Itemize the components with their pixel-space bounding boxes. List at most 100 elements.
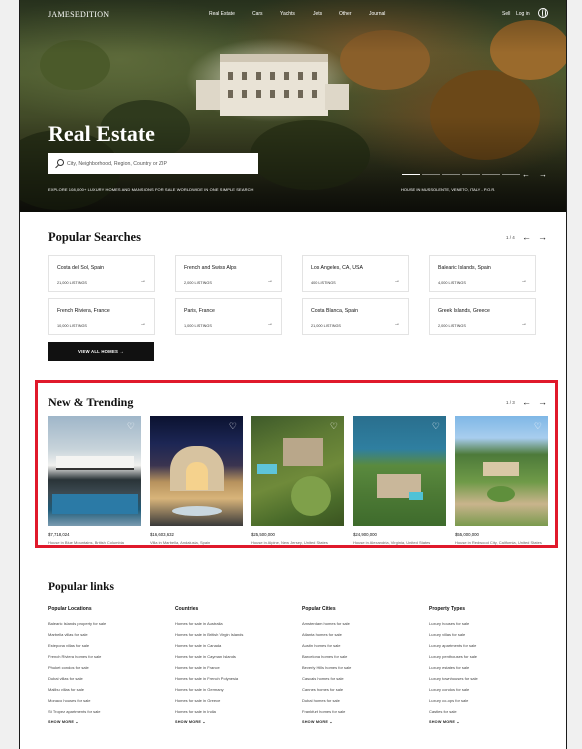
hero-next-arrow-icon[interactable]: → — [539, 170, 547, 179]
search-card-costa-blanca[interactable]: Costa Blanca, Spain 21,000 LISTINGS → — [302, 298, 409, 335]
footer-link[interactable]: Cascais homes for sale — [302, 676, 344, 681]
popular-searches-next-icon[interactable]: → — [538, 232, 547, 242]
footer-link[interactable]: Balearic Islands property for sale — [48, 621, 106, 626]
footer-link[interactable]: Phuket condos for sale — [48, 665, 89, 670]
listing-card-3[interactable]: ♡ — [251, 416, 344, 526]
login-link[interactable]: Log in — [516, 11, 530, 17]
favorite-heart-icon[interactable]: ♡ — [330, 421, 338, 432]
arrow-right-icon: → — [267, 321, 273, 327]
nav-other[interactable]: Other — [339, 11, 352, 17]
listing-image[interactable] — [150, 416, 243, 526]
search-card-balearic[interactable]: Balearic Islands, Spain 4,000 LISTINGS → — [429, 255, 536, 292]
show-more-button[interactable]: SHOW MORE ⌄ — [429, 719, 460, 724]
footer-link[interactable]: Malibu villas for sale — [48, 687, 84, 692]
listing-price: $25,500,000 — [251, 532, 275, 537]
listing-location[interactable]: House in Alexandria, Virginia, United St… — [353, 540, 446, 545]
search-card-costa-del-sol[interactable]: Costa del Sol, Spain 21,000 LISTINGS → — [48, 255, 155, 292]
new-trending-title: New & Trending — [48, 395, 134, 409]
footer-link[interactable]: Atlanta homes for sale — [302, 632, 342, 637]
arrow-right-icon: → — [394, 321, 400, 327]
footer-link[interactable]: St Tropez apartments for sale — [48, 709, 100, 714]
footer-link[interactable]: Luxury condos for sale — [429, 687, 469, 692]
view-all-homes-button[interactable]: VIEW ALL HOMES → — [48, 342, 154, 361]
favorite-heart-icon[interactable]: ♡ — [432, 421, 440, 432]
show-more-button[interactable]: SHOW MORE ⌄ — [302, 719, 333, 724]
footer-link[interactable]: Castles for sale — [429, 709, 457, 714]
show-more-button[interactable]: SHOW MORE ⌄ — [48, 719, 79, 724]
favorite-heart-icon[interactable]: ♡ — [534, 421, 542, 432]
listing-location[interactable]: House in Alpine, New Jersey, United Stat… — [251, 540, 344, 545]
footer-link[interactable]: Homes for sale in Australia — [175, 621, 223, 626]
col-heading-popular-locations: Popular Locations — [48, 606, 92, 612]
footer-link[interactable]: Luxury houses for sale — [429, 621, 469, 626]
search-card-los-angeles[interactable]: Los Angeles, CA, USA 400 LISTINGS → — [302, 255, 409, 292]
site-logo[interactable]: JAMESEDITION — [48, 10, 109, 19]
search-card-count: 21,000 LISTINGS — [57, 281, 87, 285]
globe-icon[interactable] — [538, 8, 548, 18]
nav-jets[interactable]: Jets — [313, 11, 322, 17]
footer-link[interactable]: Homes for sale in French Polynesia — [175, 676, 238, 681]
footer-link[interactable]: Homes for sale in India — [175, 709, 216, 714]
footer-link[interactable]: Homes for sale in Canada — [175, 643, 221, 648]
hero-tagline: EXPLORE 108,000+ LUXURY HOMES AND MANSIO… — [48, 187, 254, 192]
footer-link[interactable]: Homes for sale in Cayman Islands — [175, 654, 236, 659]
footer-link[interactable]: Homes for sale in Greece — [175, 698, 220, 703]
trending-next-icon[interactable]: → — [538, 397, 547, 407]
listing-image[interactable] — [48, 416, 141, 526]
footer-link[interactable]: Luxury villas for sale — [429, 632, 465, 637]
footer-link[interactable]: Homes for sale in British Virgin Islands — [175, 632, 243, 637]
footer-link[interactable]: Dubai homes for sale — [302, 698, 340, 703]
footer-link[interactable]: Monaco houses for sale — [48, 698, 90, 703]
footer-link[interactable]: Luxury penthouses for sale — [429, 654, 477, 659]
hero-prev-arrow-icon[interactable]: ← — [522, 170, 530, 179]
listing-card-1[interactable]: ♡ — [48, 416, 141, 526]
footer-link[interactable]: Luxury townhouses for sale — [429, 676, 478, 681]
favorite-heart-icon[interactable]: ♡ — [127, 421, 135, 432]
favorite-heart-icon[interactable]: ♡ — [229, 421, 237, 432]
footer-link[interactable]: Austin homes for sale — [302, 643, 340, 648]
listing-location[interactable]: House in Blue Mountains, British Columbi… — [48, 540, 141, 545]
listing-image[interactable] — [251, 416, 344, 526]
arrow-right-icon: → — [267, 278, 273, 284]
col-heading-property-types: Property Types — [429, 606, 466, 612]
footer-link[interactable]: Luxury co-ops for sale — [429, 698, 468, 703]
listing-location[interactable]: Villa in Marbella, Andalusia, Spain — [150, 540, 243, 545]
nav-yachts[interactable]: Yachts — [280, 11, 295, 17]
footer-link[interactable]: Estepona villas for sale — [48, 643, 89, 648]
footer-link[interactable]: Barcelona homes for sale — [302, 654, 347, 659]
nav-real-estate[interactable]: Real Estate — [209, 11, 235, 17]
trending-pager: 1 / 3 — [506, 400, 515, 405]
footer-link[interactable]: Marbella villas for sale — [48, 632, 88, 637]
popular-links-title: Popular links — [48, 581, 114, 593]
search-card-alps[interactable]: French and Swiss Alps 2,000 LISTINGS → — [175, 255, 282, 292]
listing-card-2[interactable]: ♡ — [150, 416, 243, 526]
nav-journal[interactable]: Journal — [369, 11, 385, 17]
search-card-paris[interactable]: Paris, France 1,000 LISTINGS → — [175, 298, 282, 335]
nav-cars[interactable]: Cars — [252, 11, 263, 17]
search-card-french-riviera[interactable]: French Riviera, France 10,000 LISTINGS → — [48, 298, 155, 335]
sell-link[interactable]: Sell — [502, 11, 510, 17]
listing-image[interactable] — [353, 416, 446, 526]
footer-link[interactable]: Frankfurt homes for sale — [302, 709, 345, 714]
search-card-count: 2,000 LISTINGS — [184, 281, 212, 285]
footer-link[interactable]: Luxury apartments for sale — [429, 643, 476, 648]
footer-link[interactable]: French Riviera homes for sale — [48, 654, 101, 659]
show-more-button[interactable]: SHOW MORE ⌄ — [175, 719, 206, 724]
listing-card-4[interactable]: ♡ — [353, 416, 446, 526]
search-input[interactable] — [67, 157, 252, 170]
footer-link[interactable]: Cannes homes for sale — [302, 687, 343, 692]
listing-card-5[interactable]: ♡ — [455, 416, 548, 526]
footer-link[interactable]: Luxury estates for sale — [429, 665, 469, 670]
listing-location[interactable]: House in Redwood City, California, Unite… — [455, 540, 548, 545]
listing-price: $55,000,000 — [455, 532, 479, 537]
popular-searches-prev-icon[interactable]: ← — [522, 232, 531, 242]
search-card-greek-islands[interactable]: Greek Islands, Greece 2,000 LISTINGS → — [429, 298, 536, 335]
footer-link[interactable]: Amsterdam homes for sale — [302, 621, 350, 626]
footer-link[interactable]: Homes for sale in Germany — [175, 687, 224, 692]
footer-link[interactable]: Homes for sale in France — [175, 665, 220, 670]
listing-image[interactable] — [455, 416, 548, 526]
footer-link[interactable]: Beverly Hills homes for sale — [302, 665, 351, 670]
search-box[interactable] — [48, 153, 258, 174]
footer-link[interactable]: Dubai villas for sale — [48, 676, 83, 681]
trending-prev-icon[interactable]: ← — [522, 397, 531, 407]
